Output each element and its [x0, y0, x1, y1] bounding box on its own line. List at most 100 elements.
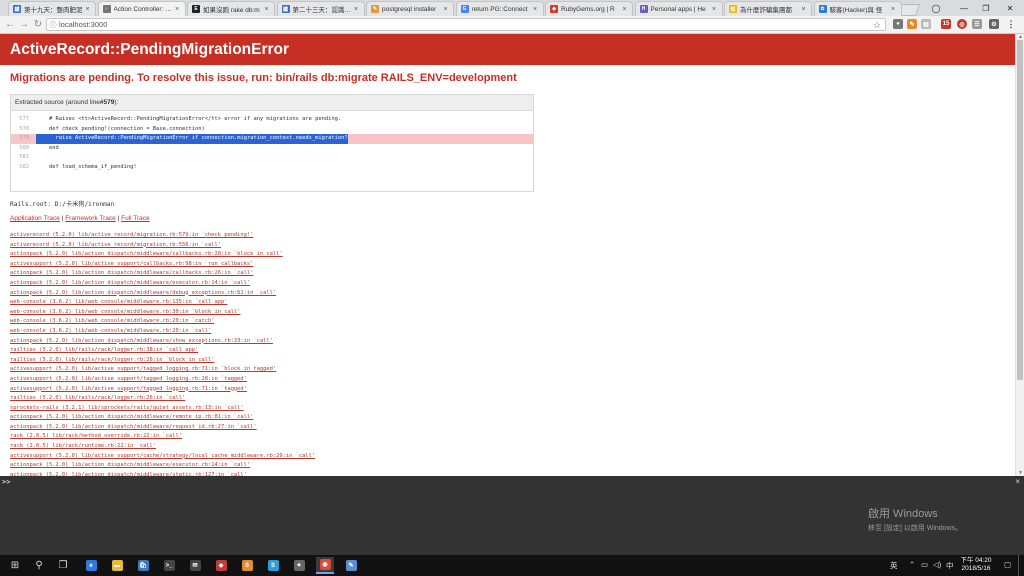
taskbar-notepad-button[interactable]: ✎	[342, 557, 360, 574]
extension-icon-4[interactable]: 15	[941, 19, 951, 29]
code-line: 581	[11, 153, 533, 163]
console-prompt[interactable]: >>	[2, 478, 10, 486]
extension-icon-5[interactable]: ◎	[957, 19, 967, 29]
extension-icon-6[interactable]: ☰	[972, 19, 982, 29]
taskbar-sublime-button[interactable]: S	[238, 557, 256, 574]
close-window-button[interactable]: ✕	[996, 0, 1024, 16]
page-scrollbar[interactable]: ▲ ▼	[1015, 34, 1024, 476]
trace-item[interactable]: actionpack (5.2.0) lib/action_dispatch/m…	[10, 413, 315, 423]
taskbar-start-button[interactable]: ⊞	[6, 557, 24, 574]
browser-tab[interactable]: ✎ postgresql installer ×	[366, 1, 454, 16]
trace-item[interactable]: activesupport (5.2.0) lib/active_support…	[10, 365, 315, 375]
clock-date: 2018/5/16	[961, 565, 991, 572]
framework-trace-link[interactable]: Framework Trace	[65, 215, 116, 222]
tray-ime[interactable]: 英	[890, 560, 898, 571]
trace-item[interactable]: activesupport (5.2.0) lib/active_support…	[10, 375, 315, 385]
browser-tab[interactable]: 鐵第十九天：整肉肥泥 ×	[8, 1, 96, 16]
trace-item[interactable]: actionpack (5.2.0) lib/action_dispatch/m…	[10, 250, 315, 260]
taskbar-edge-button[interactable]: e	[82, 557, 100, 574]
trace-item[interactable]: web-console (3.6.2) lib/web_console/midd…	[10, 308, 315, 318]
trace-item[interactable]: web-console (3.6.2) lib/web_console/midd…	[10, 317, 315, 327]
profile-icon[interactable]: ◯	[922, 0, 950, 16]
trace-item[interactable]: activesupport (5.2.0) lib/active_support…	[10, 385, 315, 395]
tab-close-icon[interactable]: ×	[890, 6, 897, 13]
trace-item[interactable]: rack (2.0.5) lib/rack/method_override.rb…	[10, 432, 315, 442]
browser-tab[interactable]: H Personal apps | He ×	[634, 1, 723, 16]
taskbar-file-explorer-button[interactable]: ▬	[108, 557, 126, 574]
trace-item[interactable]: activerecord (5.2.0) lib/active_record/m…	[10, 231, 315, 241]
trace-item[interactable]: actionpack (5.2.0) lib/action_dispatch/m…	[10, 289, 315, 299]
trace-item[interactable]: railties (5.2.0) lib/rails/rack/logger.r…	[10, 356, 315, 366]
trace-item[interactable]: sprockets-rails (3.2.1) lib/sprockets/ra…	[10, 404, 315, 414]
extension-icon-1[interactable]: ●	[893, 19, 903, 29]
rails-root: Rails.root: D:/卡米狗/ironman	[10, 201, 115, 208]
chrome-menu-icon[interactable]: ⋮	[1006, 19, 1016, 29]
trace-item[interactable]: actionpack (5.2.0) lib/action_dispatch/m…	[10, 423, 315, 433]
extension-icon-3[interactable]: ▤	[921, 19, 931, 29]
taskbar-store-button[interactable]: 🛍	[134, 557, 152, 574]
address-bar[interactable]: ⓘ localhost:3000 ☆	[46, 18, 886, 31]
browser-tab[interactable]: ◆ RubyGems.org | R ×	[545, 1, 633, 16]
trace-item[interactable]: activesupport (5.2.0) lib/active_support…	[10, 260, 315, 270]
tab-close-icon[interactable]: ×	[174, 6, 181, 13]
taskbar-mail-button[interactable]: ✉	[186, 557, 204, 574]
code-line: 578 def check_pending!(connection = Base…	[11, 125, 533, 135]
tab-close-icon[interactable]: ×	[532, 6, 539, 13]
browser-tab[interactable]: 知為什麼詐騙集團都 ×	[724, 1, 812, 16]
tab-close-icon[interactable]: ×	[263, 6, 270, 13]
tray-network-icon[interactable]: ▭	[921, 560, 928, 569]
taskbar-app-bird-button[interactable]: ✦	[290, 557, 308, 574]
tab-close-icon[interactable]: ×	[442, 6, 449, 13]
tab-close-icon[interactable]: ×	[621, 6, 628, 13]
taskbar-search-button[interactable]: ⚲	[30, 557, 48, 574]
taskbar-chrome-button[interactable]: ◉	[316, 557, 334, 574]
trace-item[interactable]: actionpack (5.2.0) lib/action_dispatch/m…	[10, 461, 315, 471]
forward-icon[interactable]: →	[17, 17, 31, 31]
taskbar-clock[interactable]: 下午 04:20 2018/5/16	[954, 557, 998, 573]
full-trace-link[interactable]: Full Trace	[121, 215, 150, 222]
trace-item[interactable]: actionpack (5.2.0) lib/action_dispatch/m…	[10, 279, 315, 289]
browser-tab[interactable]: E 如果沒跑 rake db:m ×	[187, 1, 275, 16]
code-line: 577 # Raises <tt>ActiveRecord::PendingMi…	[11, 115, 533, 125]
tab-close-icon[interactable]: ×	[353, 6, 360, 13]
tray-chevron-icon[interactable]: ⌃	[909, 560, 915, 569]
url-text[interactable]: localhost:3000	[59, 20, 107, 29]
notification-icon[interactable]: ▢	[1004, 560, 1011, 569]
taskbar-game-button[interactable]: ◆	[212, 557, 230, 574]
browser-tab[interactable]: ▫Action Controller: Exception caught×	[97, 1, 186, 16]
reload-icon[interactable]: ↻	[31, 17, 45, 31]
trace-item[interactable]: actionpack (5.2.0) lib/action_dispatch/m…	[10, 337, 315, 347]
taskbar-skype-button[interactable]: S	[264, 557, 282, 574]
trace-item[interactable]: activerecord (5.2.0) lib/active_record/m…	[10, 241, 315, 251]
trace-item[interactable]: actionpack (5.2.0) lib/action_dispatch/m…	[10, 269, 315, 279]
trace-item[interactable]: railties (5.2.0) lib/rails/rack/logger.r…	[10, 346, 315, 356]
trace-item[interactable]: activesupport (5.2.0) lib/active_support…	[10, 452, 315, 462]
trace-item[interactable]: railties (5.2.0) lib/rails/rack/logger.r…	[10, 394, 315, 404]
tab-close-icon[interactable]: ×	[800, 6, 807, 13]
back-icon[interactable]: ←	[3, 17, 17, 31]
extension-icon-2[interactable]: ✎	[907, 19, 917, 29]
trace-item[interactable]: web-console (3.6.2) lib/web_console/midd…	[10, 327, 315, 337]
tab-close-icon[interactable]: ×	[711, 6, 718, 13]
tab-close-icon[interactable]: ×	[84, 6, 91, 13]
clock-time: 下午 04:20	[960, 557, 992, 564]
application-trace-link[interactable]: Application Trace	[10, 215, 60, 222]
trace-item[interactable]: web-console (3.6.2) lib/web_console/midd…	[10, 298, 315, 308]
page-info-icon[interactable]: ⓘ	[47, 20, 59, 30]
tray-volume-icon[interactable]: ◁)	[933, 560, 941, 569]
taskbar-task-view-button[interactable]: ❐	[54, 557, 72, 574]
console-close-button[interactable]: ×	[1015, 477, 1020, 486]
browser-tab[interactable]: Greturn PG::Connect ×	[455, 1, 544, 16]
bookmark-star-icon[interactable]: ☆	[873, 19, 881, 31]
trace-item[interactable]: rack (2.0.5) lib/rack/runtime.rb:22:in `…	[10, 442, 315, 452]
web-console[interactable]: >> × 啟用 Windows 移至 [設定] 以啟用 Windows。	[0, 476, 1024, 555]
extension-icon-7[interactable]: ⚙	[989, 19, 999, 29]
taskbar-terminal-button[interactable]: >_	[160, 557, 178, 574]
browser-tab[interactable]: 鐵第二十三天：認識 Ra ×	[276, 1, 365, 16]
tray-ime-icon[interactable]: 中	[946, 560, 954, 571]
show-desktop-button[interactable]	[1018, 555, 1024, 576]
browser-tab[interactable]: ✿ 駭客(Hacker)與 怪 ×	[813, 1, 902, 16]
tab-favicon-icon: 知	[729, 5, 737, 13]
scroll-thumb[interactable]	[1017, 40, 1023, 380]
windows-activation-watermark: 啟用 Windows 移至 [設定] 以啟用 Windows。	[868, 505, 962, 533]
